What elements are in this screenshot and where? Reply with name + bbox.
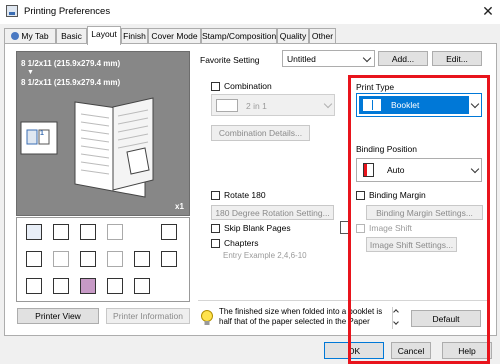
page-skip-icon	[340, 221, 350, 234]
favorite-setting-label: Favorite Setting	[200, 55, 260, 65]
binding-margin-checkbox[interactable]	[356, 191, 365, 200]
tab-basic[interactable]: Basic	[56, 28, 87, 44]
image-shift-settings-button[interactable]: Image Shift Settings...	[366, 237, 457, 252]
chapters-checkbox[interactable]	[211, 239, 220, 248]
binding-icon[interactable]	[26, 251, 42, 267]
stamp-icon[interactable]	[53, 278, 69, 294]
skip-blank-pages-checkbox[interactable]	[211, 224, 220, 233]
binding-margin-label: Binding Margin	[369, 190, 426, 200]
add-favorite-button[interactable]: Add...	[378, 51, 428, 66]
close-button[interactable]: ✕	[478, 2, 498, 20]
tab-cover-mode[interactable]: Cover Mode	[148, 28, 201, 44]
portrait-icon[interactable]	[161, 224, 177, 240]
cancel-button[interactable]: Cancel	[391, 342, 431, 359]
image-shift-label: Image Shift	[369, 223, 412, 233]
tab-my-tab[interactable]: My Tab	[4, 28, 56, 44]
combination-icon[interactable]	[26, 224, 42, 240]
binding-position-label: Binding Position	[356, 144, 417, 154]
hint-text: The finished size when folded into a boo…	[219, 307, 383, 326]
chapters-entry-example: Entry Example 2,4,6-10	[223, 251, 307, 260]
tab-stamp-composition[interactable]: Stamp/Composition	[201, 28, 277, 44]
combination-value: 2 in 1	[246, 101, 267, 111]
chevron-down-icon	[470, 164, 480, 174]
lightbulb-icon	[201, 310, 213, 325]
rotation-setting-button[interactable]: 180 Degree Rotation Setting...	[211, 205, 334, 220]
combination-select[interactable]: 2 in 1	[211, 94, 335, 116]
tab-label: My Tab	[21, 31, 49, 41]
combination-details-button[interactable]: Combination Details...	[211, 125, 310, 141]
print-preview: 8 1/2x11 (215.9x279.4 mm) ▼ 8 1/2x11 (21…	[16, 51, 190, 216]
overlay-icon[interactable]	[107, 278, 123, 294]
function-icon-grid	[16, 217, 190, 302]
tab-finish[interactable]: Finish	[121, 28, 148, 44]
binding-position-value: Auto	[387, 165, 405, 175]
favorite-setting-select[interactable]: Untitled	[282, 50, 375, 67]
binding-margin-settings-button[interactable]: Binding Margin Settings...	[366, 205, 483, 220]
chevron-down-icon	[323, 99, 333, 109]
rotate-180-checkbox[interactable]	[211, 191, 220, 200]
print-type-select[interactable]: Booklet	[356, 93, 482, 117]
printer-information-button[interactable]: Printer Information	[106, 308, 190, 324]
image-icon[interactable]	[26, 278, 42, 294]
help-button[interactable]: Help	[442, 342, 492, 359]
tab-other[interactable]: Other	[309, 28, 336, 44]
combination-label: Combination	[224, 81, 272, 91]
edit-favorite-button[interactable]: Edit...	[432, 51, 482, 66]
ok-button[interactable]: OK	[324, 342, 384, 359]
stack-icon[interactable]	[161, 251, 177, 267]
chapters-label: Chapters	[224, 238, 259, 248]
skip-blank-pages-label: Skip Blank Pages	[224, 223, 291, 233]
tab-layout[interactable]: Layout	[87, 26, 121, 45]
default-button[interactable]: Default	[411, 310, 481, 327]
chevron-up-icon	[393, 309, 399, 315]
page-icon[interactable]	[80, 224, 96, 240]
binding-position-icon	[363, 163, 374, 177]
chevron-down-icon	[393, 319, 399, 325]
booklet-icon[interactable]	[53, 224, 69, 240]
combination-checkbox[interactable]	[211, 82, 220, 91]
staple-icon[interactable]	[53, 251, 69, 267]
margin-icon[interactable]	[107, 224, 123, 240]
print-type-label: Print Type	[356, 82, 395, 92]
duplex-icon[interactable]	[107, 251, 123, 267]
binding-position-select[interactable]: Auto	[356, 158, 482, 182]
image-shift-checkbox[interactable]	[356, 224, 365, 233]
hint-scroll[interactable]	[392, 307, 401, 329]
tab-quality[interactable]: Quality	[277, 28, 309, 44]
zoom-label: x1	[175, 202, 184, 211]
fold-icon[interactable]	[134, 251, 150, 267]
printer-app-icon	[6, 5, 18, 17]
page-number: 1	[40, 130, 44, 137]
person-icon	[11, 32, 20, 40]
rotate-180-label: Rotate 180	[224, 190, 266, 200]
chevron-down-icon	[470, 99, 480, 109]
printer-view-button[interactable]: Printer View	[17, 308, 99, 324]
chevron-down-icon	[362, 53, 372, 63]
watermark-icon[interactable]	[134, 278, 150, 294]
user-icon[interactable]	[80, 278, 96, 294]
two-in-one-icon	[216, 99, 238, 112]
favorite-value: Untitled	[287, 54, 316, 64]
print-type-value: Booklet	[391, 100, 420, 110]
text-icon[interactable]	[80, 251, 96, 267]
window-title: Printing Preferences	[24, 6, 111, 17]
booklet-icon	[363, 99, 381, 111]
divider	[198, 300, 488, 301]
